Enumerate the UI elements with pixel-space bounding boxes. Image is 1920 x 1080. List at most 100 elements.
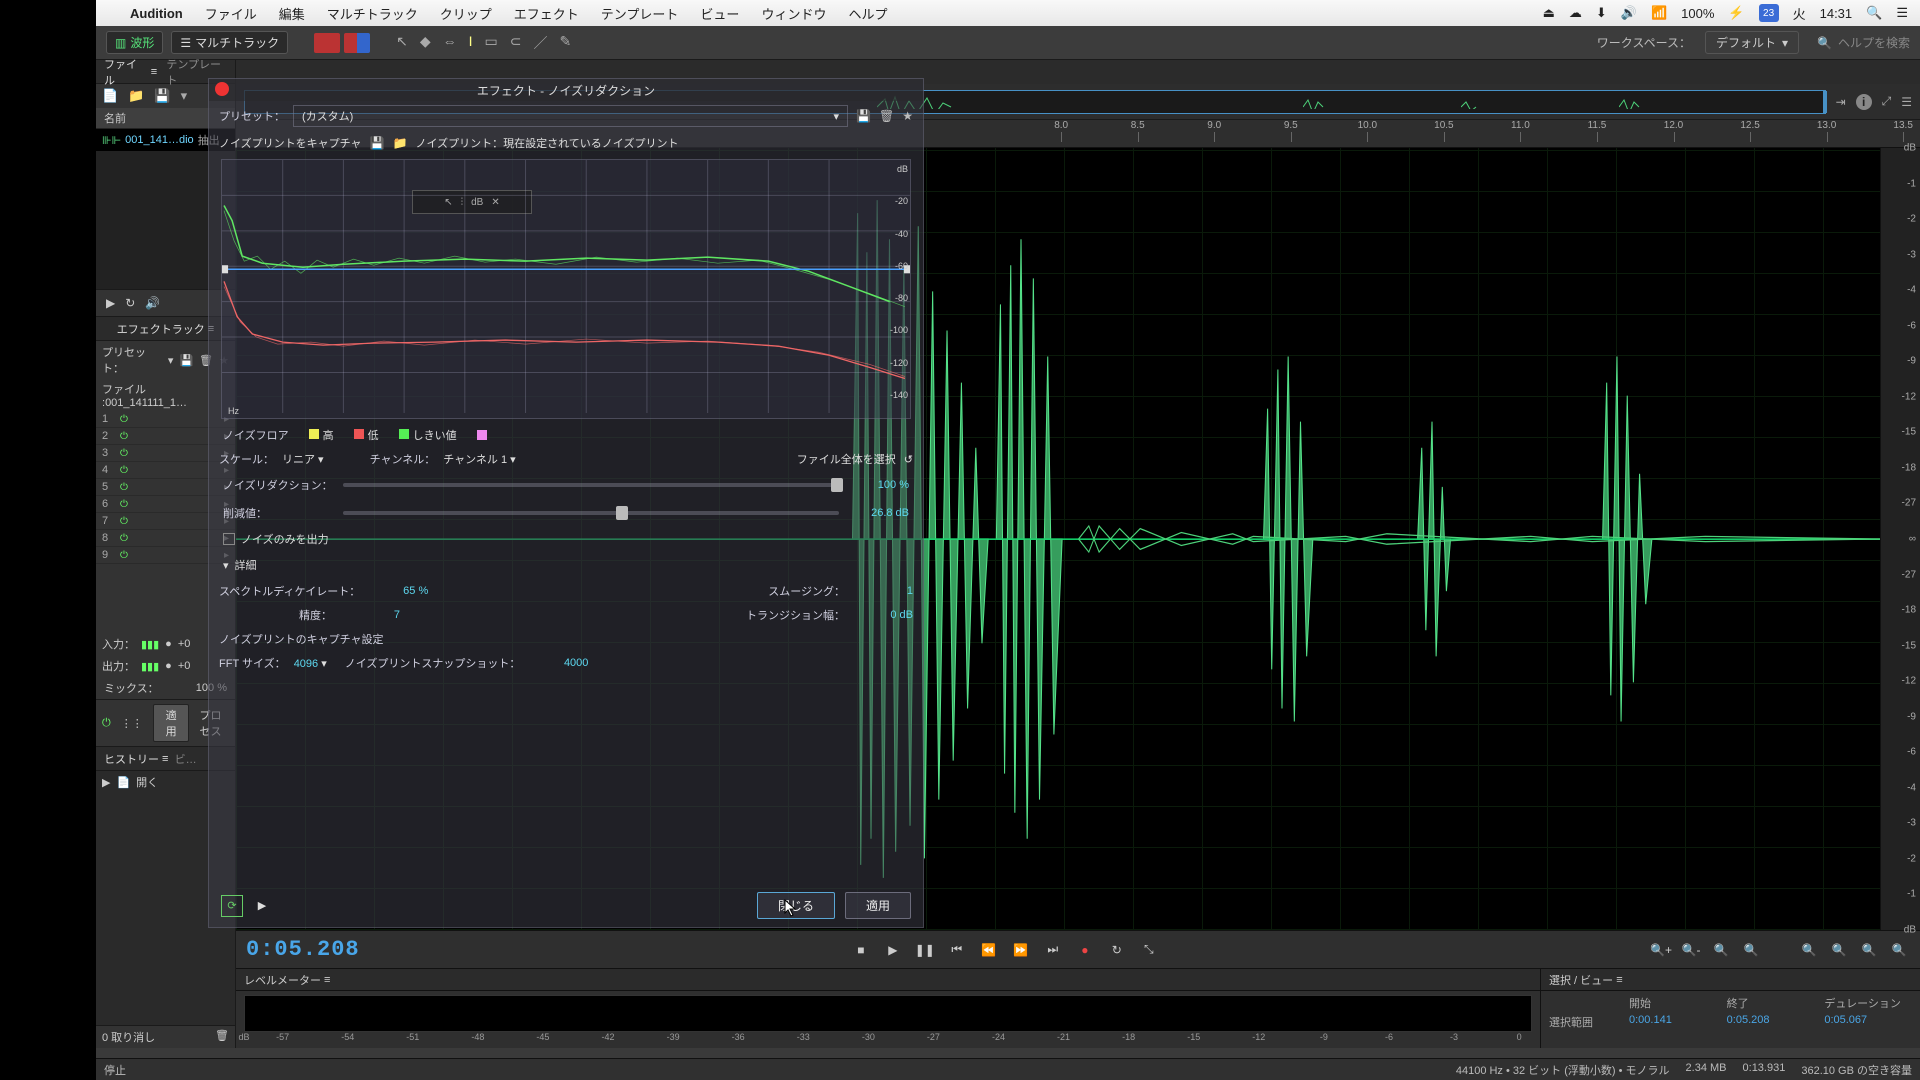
- go-start-button[interactable]: ⏮: [946, 939, 968, 961]
- dlg-save-preset-icon[interactable]: 💾: [856, 109, 871, 123]
- zoom-sel-v-icon[interactable]: 🔍: [1888, 939, 1910, 961]
- rack-apply-button[interactable]: 適用: [153, 704, 190, 742]
- scale-dropdown[interactable]: リニア ▾: [282, 451, 324, 467]
- nr-slider[interactable]: [343, 483, 839, 487]
- trash-icon[interactable]: 🗑: [215, 1029, 229, 1045]
- menu-templates[interactable]: テンプレート: [601, 4, 679, 23]
- brush-tool-icon[interactable]: ／: [534, 33, 548, 53]
- precision-value[interactable]: 7: [340, 609, 400, 621]
- menu-window[interactable]: ウィンドウ: [761, 4, 826, 23]
- loop-icon[interactable]: ↻: [125, 296, 135, 310]
- view-waveform-button[interactable]: ▥ 波形: [106, 31, 163, 54]
- markers-icon[interactable]: ⇥: [1836, 95, 1846, 109]
- smooth-value[interactable]: 1: [853, 585, 913, 597]
- lasso-tool-icon[interactable]: ⊂: [510, 33, 522, 53]
- play-button[interactable]: ▶: [882, 939, 904, 961]
- dlg-close-button[interactable]: 閉じる: [757, 892, 835, 919]
- snap-value[interactable]: 4000: [528, 657, 588, 669]
- sel-dur-value[interactable]: 0:05.067: [1824, 1014, 1912, 1030]
- zoom-out-icon[interactable]: 🔍-: [1680, 939, 1702, 961]
- sel-end-value[interactable]: 0:05.208: [1727, 1014, 1815, 1030]
- noise-only-checkbox[interactable]: [223, 533, 235, 545]
- select-all-button[interactable]: ファイル全体を選択: [797, 451, 896, 467]
- move-tool-icon[interactable]: ↖: [396, 33, 408, 53]
- autoplay-icon[interactable]: 🔊: [145, 296, 160, 310]
- rack-edit-icon[interactable]: ⋮⋮: [121, 717, 143, 730]
- rack-save-icon[interactable]: 💾: [179, 354, 193, 367]
- menubar-spotlight-icon[interactable]: 🔍: [1866, 5, 1882, 21]
- channel-dropdown[interactable]: チャンネル 1 ▾: [443, 451, 515, 467]
- sel-start-value[interactable]: 0:00.141: [1629, 1014, 1717, 1030]
- menu-effects[interactable]: エフェクト: [514, 4, 579, 23]
- more-icon[interactable]: ▾: [181, 88, 188, 104]
- zoom-in-icon[interactable]: 🔍+: [1650, 939, 1672, 961]
- zoom-sel-icon[interactable]: 🔍: [1740, 939, 1762, 961]
- dlg-preview-loop[interactable]: ⟳: [221, 895, 243, 917]
- dlg-noise-spectrum[interactable]: ↖ ⫶ dB ✕: [221, 159, 911, 419]
- dialog-record-indicator[interactable]: [215, 82, 229, 96]
- menubar-calendar-icon[interactable]: 23: [1759, 4, 1779, 22]
- menubar-list-icon[interactable]: ☰: [1896, 5, 1908, 21]
- heal-tool-icon[interactable]: ✎: [560, 33, 572, 53]
- dlg-fav-icon[interactable]: ★: [902, 109, 913, 123]
- advanced-toggle[interactable]: ▾: [223, 559, 229, 572]
- help-search[interactable]: 🔍 ヘルプを検索: [1817, 34, 1910, 51]
- menubar-eject-icon[interactable]: ⏏: [1543, 5, 1555, 21]
- channel-display-buttons[interactable]: [314, 33, 370, 53]
- dlg-preview-play[interactable]: ▶: [253, 897, 271, 915]
- dlg-delete-preset-icon[interactable]: 🗑: [879, 109, 894, 123]
- transition-value[interactable]: 0 dB: [853, 609, 913, 621]
- loop-button[interactable]: ↻: [1106, 939, 1128, 961]
- dlg-load-np-icon[interactable]: 📁: [393, 136, 408, 150]
- slip-tool-icon[interactable]: ⇔: [443, 33, 457, 53]
- razor-tool-icon[interactable]: ◆: [420, 33, 431, 53]
- open-folder-icon[interactable]: 📁: [128, 88, 144, 104]
- input-knob[interactable]: ●: [165, 638, 172, 650]
- list-icon[interactable]: ☰: [1901, 95, 1912, 109]
- menu-multitrack[interactable]: マルチトラック: [327, 4, 418, 23]
- app-name[interactable]: Audition: [130, 6, 183, 21]
- menu-edit[interactable]: 編集: [279, 4, 305, 23]
- forward-button[interactable]: ⏩: [1010, 939, 1032, 961]
- nr-value[interactable]: 100 %: [849, 479, 909, 491]
- go-end-button[interactable]: ⏭: [1042, 939, 1064, 961]
- zoom-full-icon[interactable]: 🔍: [1710, 939, 1732, 961]
- zoom-reset-v-icon[interactable]: 🔍: [1858, 939, 1880, 961]
- rack-preset-dropdown[interactable]: ▾: [168, 354, 174, 367]
- marquee-tool-icon[interactable]: ▭: [485, 33, 498, 53]
- menu-view[interactable]: ビュー: [700, 4, 739, 23]
- skip-selection-button[interactable]: ⤡: [1138, 939, 1160, 961]
- dlg-preset-dropdown[interactable]: (カスタム) ▾: [293, 105, 848, 127]
- stop-button[interactable]: ■: [850, 939, 872, 961]
- menubar-volume-icon[interactable]: 🔊: [1621, 5, 1637, 21]
- level-meter-tab[interactable]: レベルメーター ≡: [236, 969, 1540, 991]
- menubar-battery[interactable]: 100%: [1681, 6, 1714, 21]
- output-knob[interactable]: ●: [165, 660, 172, 672]
- menubar-cc-icon[interactable]: ☁: [1569, 5, 1582, 21]
- menubar-wifi-icon[interactable]: 📶: [1651, 5, 1667, 21]
- menu-help[interactable]: ヘルプ: [848, 4, 887, 23]
- fft-dropdown[interactable]: 4096 ▾: [294, 657, 327, 670]
- dlg-apply-button[interactable]: 適用: [845, 892, 911, 919]
- reduce-slider[interactable]: [343, 511, 839, 515]
- menu-file[interactable]: ファイル: [205, 4, 257, 23]
- dlg-save-np-icon[interactable]: 💾: [370, 136, 385, 150]
- dlg-capture-noise-print[interactable]: ノイズプリントをキャプチャ: [219, 135, 362, 151]
- reduce-value[interactable]: 26.8 dB: [849, 507, 909, 519]
- open-file-icon[interactable]: 📄: [102, 88, 118, 104]
- pause-button[interactable]: ❚❚: [914, 939, 936, 961]
- zoom-full-icon[interactable]: ⤢: [1882, 94, 1892, 109]
- zoom-in-v-icon[interactable]: 🔍: [1798, 939, 1820, 961]
- selection-view-tab[interactable]: 選択 / ビュー ≡: [1541, 969, 1920, 991]
- timecode-display[interactable]: 0:05.208: [246, 937, 360, 962]
- view-multitrack-button[interactable]: ☰ マルチトラック: [171, 31, 288, 54]
- overview-handle[interactable]: [1823, 91, 1827, 113]
- info-icon[interactable]: i: [1856, 94, 1872, 110]
- time-select-tool-icon[interactable]: I: [469, 33, 473, 53]
- play-icon[interactable]: ▶: [106, 296, 115, 310]
- menu-clip[interactable]: クリップ: [440, 4, 492, 23]
- record-button[interactable]: ●: [1074, 939, 1096, 961]
- workspace-dropdown[interactable]: デフォルト ▾: [1705, 31, 1799, 54]
- menubar-dl-icon[interactable]: ⬇: [1596, 5, 1607, 21]
- save-icon[interactable]: 💾: [154, 88, 170, 104]
